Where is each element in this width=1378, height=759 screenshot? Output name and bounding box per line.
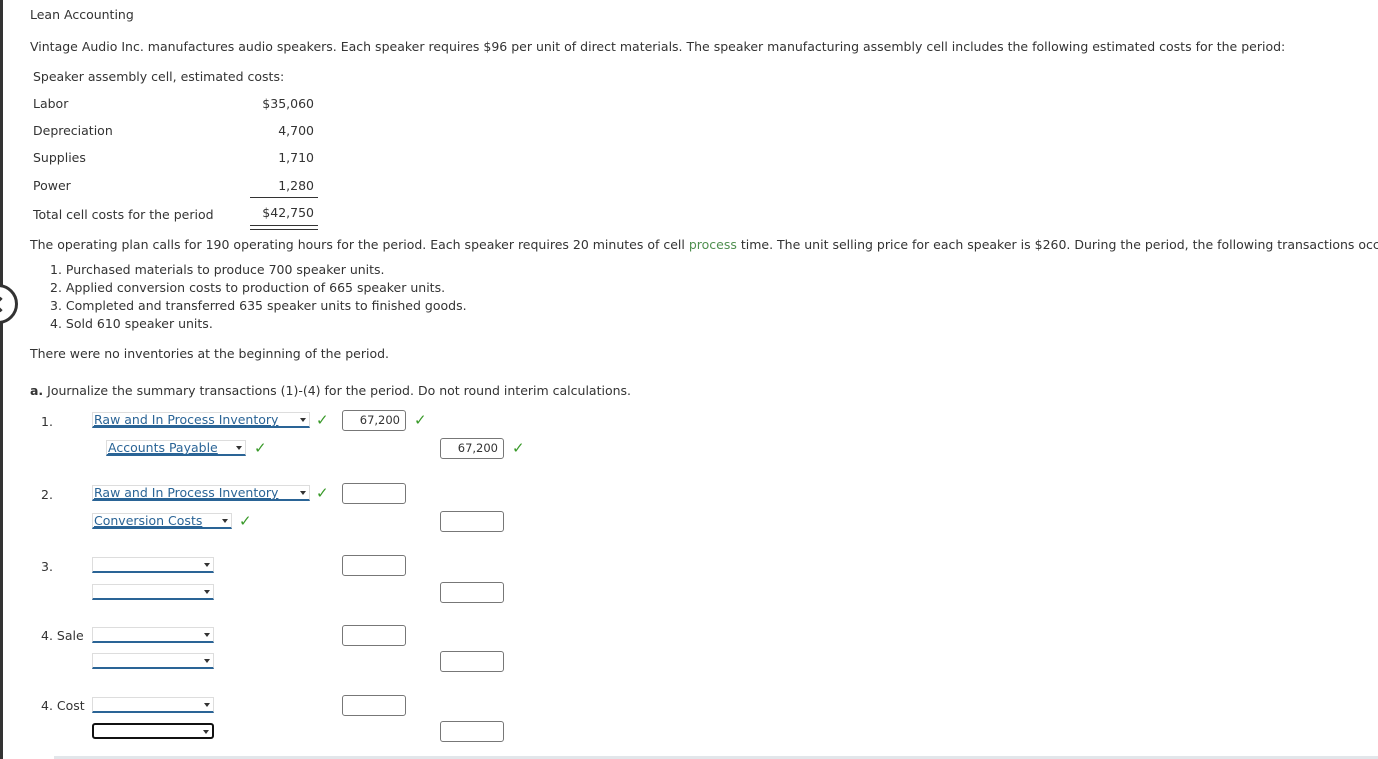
credit-account-select[interactable]: Accounts Payable xyxy=(106,440,246,456)
debit-amount-input[interactable] xyxy=(342,625,406,646)
debit-account-select[interactable] xyxy=(92,627,214,643)
selected-value: Raw and In Process Inventory xyxy=(94,485,279,500)
dropdown-arrow-icon xyxy=(300,491,306,495)
credit-amount-input[interactable] xyxy=(440,511,504,532)
process-link[interactable]: process xyxy=(689,237,737,252)
credit-amount-input[interactable]: 67,200 xyxy=(440,438,504,459)
total-double-rule xyxy=(250,225,318,230)
transaction-item: 4. Sold 610 speaker units. xyxy=(50,316,213,331)
total-value: $42,750 xyxy=(262,205,314,220)
credit-account-select[interactable] xyxy=(92,584,214,600)
credit-amount-input[interactable] xyxy=(440,651,504,672)
dropdown-arrow-icon xyxy=(203,730,209,734)
intro-text: Vintage Audio Inc. manufactures audio sp… xyxy=(30,39,1286,54)
entry-label: 2. xyxy=(41,487,53,502)
check-icon: ✓ xyxy=(414,411,427,429)
entry-label: 1. xyxy=(41,414,53,429)
left-edge-bar xyxy=(0,0,3,759)
cost-row-value: 4,700 xyxy=(278,123,314,138)
check-icon: ✓ xyxy=(239,512,252,530)
cost-table-title: Speaker assembly cell, estimated costs: xyxy=(33,69,285,84)
check-icon: ✓ xyxy=(316,411,329,429)
question-letter: a. xyxy=(30,383,44,398)
entry-label: 3. xyxy=(41,559,53,574)
previous-button[interactable] xyxy=(0,284,18,324)
dropdown-arrow-icon xyxy=(204,633,210,637)
check-icon: ✓ xyxy=(512,439,525,457)
credit-amount-input[interactable] xyxy=(440,582,504,603)
dropdown-arrow-icon xyxy=(204,563,210,567)
debit-account-select[interactable]: Raw and In Process Inventory xyxy=(92,485,310,501)
plan-text-start: The operating plan calls for 190 operati… xyxy=(30,237,689,252)
dropdown-arrow-icon xyxy=(204,659,210,663)
entry-label: 4. Cost xyxy=(41,698,85,713)
plan-text-end: time. The unit selling price for each sp… xyxy=(736,237,1378,252)
debit-account-select[interactable] xyxy=(92,557,214,573)
cost-row-value: 1,710 xyxy=(278,150,314,165)
cost-row-label: Labor xyxy=(33,96,69,111)
debit-amount-input[interactable]: 67,200 xyxy=(342,410,406,431)
question-text: Journalize the summary transactions (1)-… xyxy=(43,383,632,398)
dropdown-arrow-icon xyxy=(222,519,228,523)
dropdown-arrow-icon xyxy=(204,703,210,707)
dropdown-arrow-icon xyxy=(204,590,210,594)
page-title: Lean Accounting xyxy=(30,7,134,22)
credit-account-select[interactable] xyxy=(92,653,214,669)
total-label: Total cell costs for the period xyxy=(33,207,214,222)
debit-account-select[interactable] xyxy=(92,697,214,713)
credit-account-select[interactable] xyxy=(92,723,214,739)
transaction-item: 2. Applied conversion costs to productio… xyxy=(50,280,446,295)
subtotal-rule xyxy=(250,197,318,198)
debit-amount-input[interactable] xyxy=(342,695,406,716)
cost-row-label: Supplies xyxy=(33,150,86,165)
check-icon: ✓ xyxy=(316,484,329,502)
selected-value: Conversion Costs xyxy=(94,513,203,528)
cost-row-value: 1,280 xyxy=(278,178,314,193)
dropdown-arrow-icon xyxy=(236,446,242,450)
credit-account-select[interactable]: Conversion Costs xyxy=(92,513,232,529)
question-a: a. Journalize the summary transactions (… xyxy=(30,383,631,398)
credit-amount-input[interactable] xyxy=(440,721,504,742)
debit-amount-input[interactable] xyxy=(342,483,406,504)
selected-value: Raw and In Process Inventory xyxy=(94,412,279,427)
cost-row-label: Depreciation xyxy=(33,123,113,138)
no-inventory-note: There were no inventories at the beginni… xyxy=(30,346,390,361)
selected-value: Accounts Payable xyxy=(108,440,218,455)
debit-account-select[interactable]: Raw and In Process Inventory xyxy=(92,412,310,428)
cost-row-label: Power xyxy=(33,178,71,193)
chevron-left-icon xyxy=(0,296,9,313)
cost-row-value: $35,060 xyxy=(262,96,314,111)
transaction-item: 3. Completed and transferred 635 speaker… xyxy=(50,298,467,313)
dropdown-arrow-icon xyxy=(300,418,306,422)
entry-label: 4. Sale xyxy=(41,628,84,643)
operating-plan-text: The operating plan calls for 190 operati… xyxy=(30,237,1378,252)
debit-amount-input[interactable] xyxy=(342,555,406,576)
check-icon: ✓ xyxy=(254,439,267,457)
transaction-item: 1. Purchased materials to produce 700 sp… xyxy=(50,262,385,277)
